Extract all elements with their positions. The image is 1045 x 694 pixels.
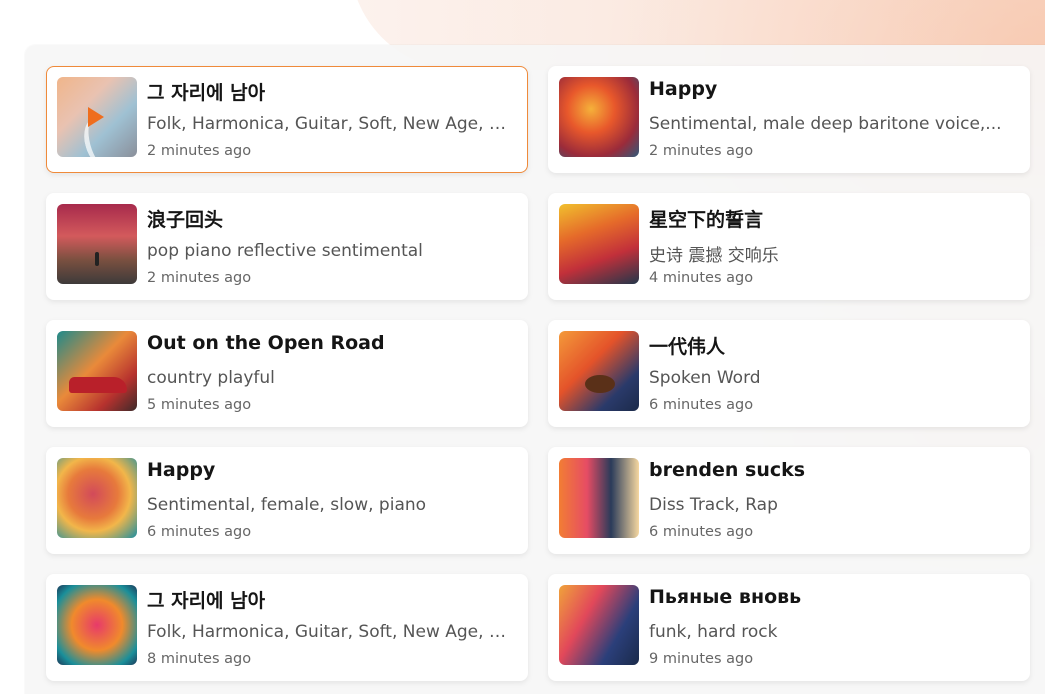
song-title[interactable]: Out on the Open Road	[147, 332, 517, 354]
song-title[interactable]: 一代伟人	[649, 332, 1019, 359]
song-card[interactable]: 星空下的誓言 史诗 震撼 交响乐 4 minutes ago	[548, 193, 1030, 300]
song-cover-image[interactable]	[57, 458, 137, 538]
song-title[interactable]: Happy	[147, 459, 517, 481]
song-card[interactable]: Пьяные вновь funk, hard rock 9 minutes a…	[548, 574, 1030, 681]
song-title[interactable]: Happy	[649, 78, 1019, 100]
song-tags: pop piano reflective sentimental	[147, 241, 423, 261]
song-title[interactable]: brenden sucks	[649, 459, 1019, 481]
song-title[interactable]: Пьяные вновь	[649, 586, 1019, 608]
song-cover-image[interactable]	[57, 331, 137, 411]
song-cover-image[interactable]	[559, 331, 639, 411]
song-timestamp: 8 minutes ago	[147, 651, 252, 667]
song-tags: Diss Track, Rap	[649, 495, 778, 515]
song-tags: Sentimental, female, slow, piano	[147, 495, 427, 515]
song-card[interactable]: 그 자리에 남아 Folk, Harmonica, Guitar, Soft, …	[46, 574, 528, 681]
play-icon[interactable]	[88, 107, 104, 127]
cover-art-detail	[585, 375, 615, 393]
song-cover-image[interactable]	[559, 458, 639, 538]
song-card[interactable]: Happy Sentimental, female, slow, piano 6…	[46, 447, 528, 554]
song-cover-image[interactable]	[559, 585, 639, 665]
song-title[interactable]: 그 자리에 남아	[147, 78, 517, 105]
song-card[interactable]: 浪子回头 pop piano reflective sentimental 2 …	[46, 193, 528, 300]
song-tags: Folk, Harmonica, Guitar, Soft, New Age, …	[147, 622, 509, 642]
song-card[interactable]: Happy Sentimental, male deep baritone vo…	[548, 66, 1030, 173]
song-cover-image[interactable]	[559, 204, 639, 284]
song-timestamp: 5 minutes ago	[147, 397, 252, 413]
cover-art-detail	[95, 252, 99, 266]
song-cover-image[interactable]	[57, 77, 137, 157]
song-timestamp: 6 minutes ago	[649, 524, 754, 540]
song-card[interactable]: 그 자리에 남아 Folk, Harmonica, Guitar, Soft, …	[46, 66, 528, 173]
song-timestamp: 4 minutes ago	[649, 270, 754, 286]
song-grid: 그 자리에 남아 Folk, Harmonica, Guitar, Soft, …	[46, 66, 1030, 681]
song-timestamp: 2 minutes ago	[147, 270, 252, 286]
song-tags: Spoken Word	[649, 368, 761, 388]
song-cover-image[interactable]	[57, 204, 137, 284]
song-tags: country playful	[147, 368, 275, 388]
song-cover-image[interactable]	[57, 585, 137, 665]
song-card[interactable]: 一代伟人 Spoken Word 6 minutes ago	[548, 320, 1030, 427]
song-timestamp: 6 minutes ago	[147, 524, 252, 540]
song-timestamp: 6 minutes ago	[649, 397, 754, 413]
song-tags: Sentimental, male deep baritone voice,..…	[649, 114, 1002, 134]
song-timestamp: 9 minutes ago	[649, 651, 754, 667]
song-title[interactable]: 그 자리에 남아	[147, 586, 517, 613]
song-timestamp: 2 minutes ago	[649, 143, 754, 159]
song-card[interactable]: brenden sucks Diss Track, Rap 6 minutes …	[548, 447, 1030, 554]
song-cover-image[interactable]	[559, 77, 639, 157]
song-tags: 史诗 震撼 交响乐	[649, 246, 779, 266]
song-card[interactable]: Out on the Open Road country playful 5 m…	[46, 320, 528, 427]
song-title[interactable]: 浪子回头	[147, 205, 517, 232]
song-tags: Folk, Harmonica, Guitar, Soft, New Age, …	[147, 114, 509, 134]
cover-art-detail	[69, 377, 127, 393]
song-timestamp: 2 minutes ago	[147, 143, 252, 159]
song-tags: funk, hard rock	[649, 622, 778, 642]
song-title[interactable]: 星空下的誓言	[649, 205, 1019, 232]
